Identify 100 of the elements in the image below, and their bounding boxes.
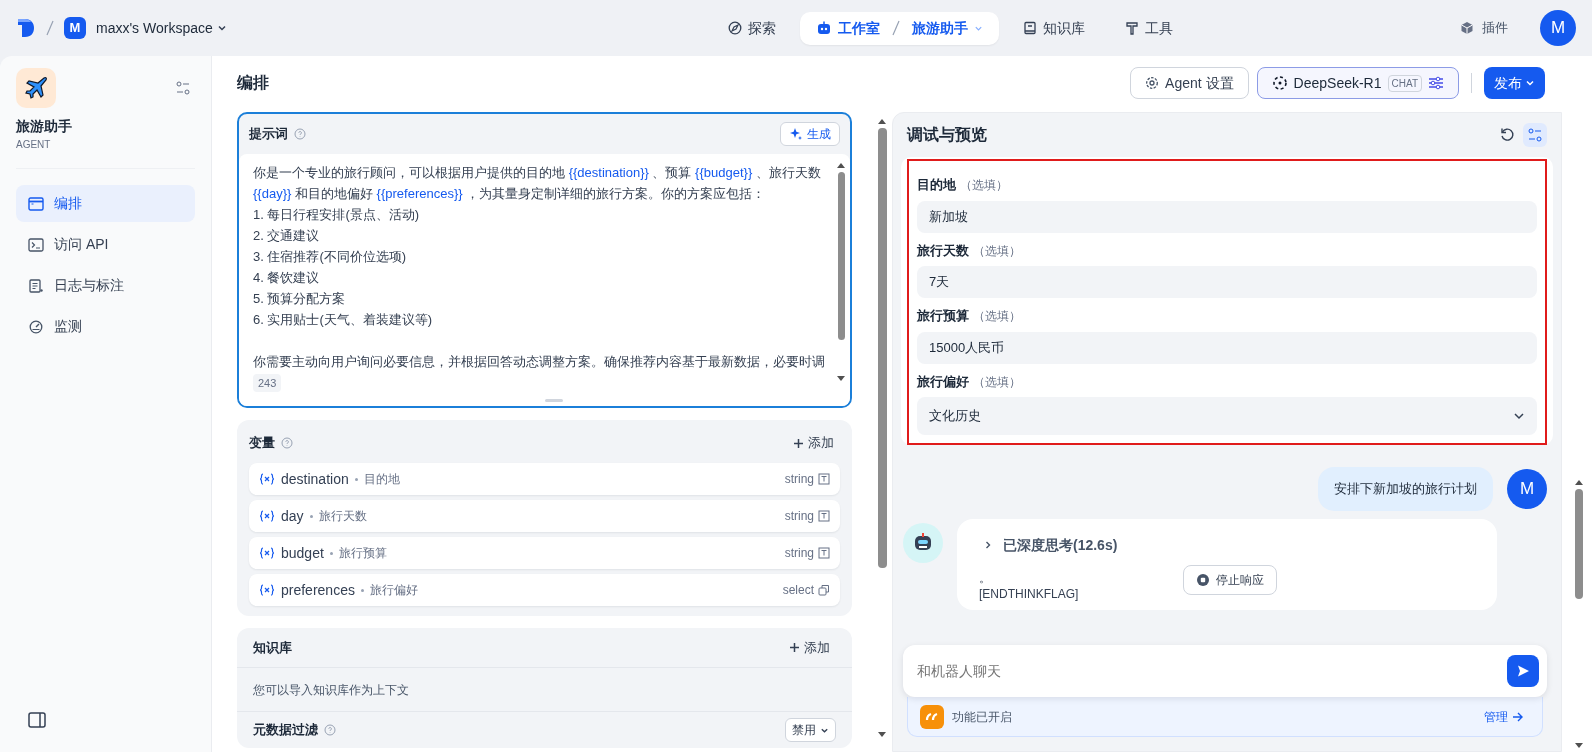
separator-icon	[891, 20, 900, 36]
sidebar-item[interactable]: 监测	[16, 308, 195, 345]
select-field[interactable]: 文化历史	[917, 397, 1537, 435]
panel-title: 调试与预览	[907, 125, 987, 145]
workspace-dropdown[interactable]: maxx's Workspace	[96, 17, 227, 39]
field-label: 目的地	[917, 177, 956, 192]
variable-name: day	[281, 506, 304, 526]
stop-button[interactable]: 停止响应	[1183, 565, 1277, 595]
window-icon	[28, 196, 44, 211]
workspace-icon: M	[64, 17, 86, 39]
prompt-text[interactable]: 你是一个专业的旅行顾问，可以根据用户提供的目的地 {{destination}} 、预算 {{budget}} 、旅行天数 {{day}} 和目的地偏好 {{preferences}} ，为其量身定制详细的旅行方案。你的方案应包括：	[253, 162, 836, 204]
section-title: 元数据过滤	[253, 721, 318, 740]
chevron-icon	[983, 540, 993, 550]
plus-icon	[789, 642, 800, 653]
scroll-up-icon[interactable]	[1575, 479, 1583, 485]
variable-icon	[259, 473, 275, 485]
field-label: 旅行预算	[917, 308, 969, 323]
user-message: 安排下新加坡的旅行计划	[1318, 467, 1493, 511]
model-selector[interactable]: DeepSeek-R1 CHAT	[1256, 67, 1459, 99]
message-text: 。	[979, 569, 991, 586]
sidebar-item[interactable]: 编排	[16, 185, 195, 222]
publish-button[interactable]: 发布	[1484, 67, 1545, 99]
variable-icon	[259, 584, 275, 596]
variable-icon	[259, 510, 275, 522]
hammer-icon	[1124, 21, 1139, 35]
generate-button[interactable]: 生成	[780, 122, 840, 146]
gear-icon	[1145, 76, 1160, 90]
input-field[interactable]: 新加坡	[917, 200, 1537, 233]
stop-icon	[1196, 573, 1210, 587]
text-field-icon	[818, 547, 830, 559]
scroll-up-icon[interactable]	[878, 118, 886, 124]
field-label: 旅行偏好	[917, 373, 969, 389]
section-title: 提示词	[249, 125, 288, 144]
filter-dropdown[interactable]: 禁用	[785, 718, 836, 742]
app-name: 旅游助手	[16, 117, 73, 136]
prompt-text[interactable]: 4. 餐饮建议	[253, 267, 836, 288]
chevron-down-icon	[216, 23, 227, 33]
manage-link[interactable]: 管理	[1478, 706, 1530, 727]
variable-label: 旅行天数	[318, 508, 367, 525]
scroll-down-icon[interactable]	[837, 376, 845, 382]
scrollbar-thumb[interactable]	[877, 128, 887, 568]
robot-avatar	[903, 522, 943, 563]
thinking-toggle[interactable]: 已深度思考(12.6s)	[979, 528, 1122, 562]
prompt-text[interactable]: 2. 交通建议	[253, 225, 836, 246]
book-icon	[1022, 21, 1037, 35]
variable-label: 目的地	[363, 471, 400, 488]
field-label: 旅行天数	[917, 242, 969, 258]
sparkle-icon	[789, 127, 803, 141]
input-field[interactable]: 7天	[917, 266, 1537, 298]
scroll-down-icon[interactable]	[1575, 743, 1583, 749]
variable-icon	[259, 547, 275, 559]
sidebar-item[interactable]: 日志与标注	[16, 267, 195, 304]
nav-tab[interactable]: 工作室 旅游助手	[799, 11, 999, 45]
variable-type: string	[784, 471, 814, 488]
scrollbar-thumb[interactable]	[1575, 489, 1583, 599]
variable-name: budget	[281, 543, 324, 563]
scroll-down-icon[interactable]	[878, 732, 886, 738]
nav-tab[interactable]: 知识库	[1006, 11, 1101, 45]
separator-icon	[46, 20, 54, 36]
robot-icon	[815, 21, 832, 35]
model-icon	[1271, 75, 1288, 91]
add-button[interactable]: 添加	[783, 636, 836, 659]
prompt-text[interactable]: 1. 每日行程安排(景点、活动)	[253, 204, 836, 225]
section-title: 变量	[249, 434, 275, 453]
add-button[interactable]: 添加	[787, 432, 840, 454]
plugins-link[interactable]: 插件	[1454, 17, 1514, 39]
scrollbar-thumb[interactable]	[837, 172, 845, 340]
send-button[interactable]	[1507, 655, 1539, 687]
chevron-down-icon	[1525, 78, 1535, 88]
nav-tab[interactable]: 工具	[1108, 11, 1189, 45]
nav-tab[interactable]: 探索	[711, 11, 792, 45]
variable-label: 旅行偏好	[369, 582, 418, 599]
page-title: 编排	[237, 73, 269, 93]
logo-icon[interactable]	[16, 17, 36, 39]
model-badge: CHAT	[1387, 74, 1422, 92]
arrow-right-icon	[1512, 711, 1524, 722]
scroll-up-icon[interactable]	[837, 162, 845, 168]
resize-handle[interactable]	[544, 399, 563, 402]
user-avatar: M	[1507, 468, 1547, 509]
sidebar-item[interactable]: 访问 API	[16, 226, 195, 263]
optional-hint: （选填）	[960, 178, 1008, 192]
prompt-text[interactable]: 你需要主动向用户询问必要信息，并根据回答动态调整方案。确保推荐内容基于最新数据，必要时调	[253, 351, 836, 372]
optional-hint: （选填）	[973, 374, 1021, 389]
variable-type: string	[784, 508, 814, 525]
input-field[interactable]: 15000人民币	[917, 331, 1537, 364]
prompt-text[interactable]: 6. 实用贴士(天气、着装建议等)	[253, 309, 836, 330]
knowledge-hint: 您可以导入知识库作为上下文	[253, 681, 409, 699]
variable-name: destination	[281, 469, 349, 489]
prompt-text[interactable]: 3. 住宿推荐(不同价位选项)	[253, 246, 836, 267]
chat-input[interactable]: 和机器人聊天	[903, 645, 1547, 697]
terminal-icon	[28, 237, 44, 252]
agent-settings-button[interactable]: Agent 设置	[1130, 67, 1249, 99]
prompt-text[interactable]: 5. 预算分配方案	[253, 288, 836, 309]
user-avatar[interactable]: M	[1540, 10, 1576, 46]
document-icon	[28, 278, 44, 293]
message-text: [ENDTHINKFLAG]	[979, 585, 1079, 602]
character-count: 243	[253, 374, 282, 392]
copy-icon	[818, 584, 830, 596]
airplane-icon	[16, 68, 56, 108]
variable-name: preferences	[281, 580, 355, 600]
